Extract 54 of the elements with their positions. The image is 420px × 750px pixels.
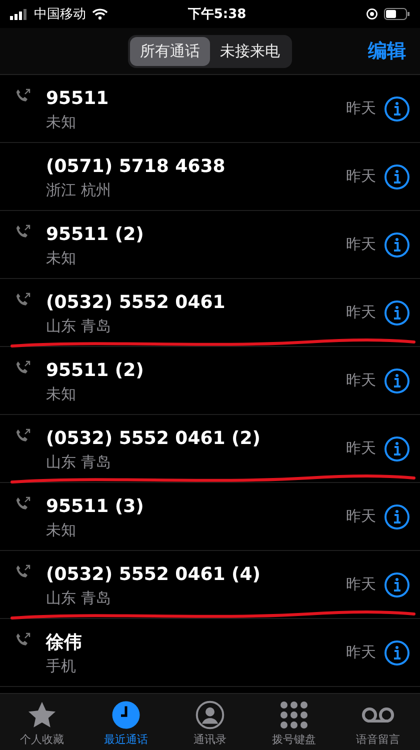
tab-bar-item[interactable]: 通讯录 [170,700,250,747]
segment-tab[interactable]: 未接来电 [210,36,290,66]
signal-icon [10,8,28,20]
star-icon [27,700,57,730]
call-date: 昨天 [346,507,376,526]
keypad-icon [279,700,309,730]
segment-tab[interactable]: 所有通话 [130,36,210,66]
person-icon [195,700,225,730]
caller-name: (0571) 5718 4638 [46,154,226,178]
caller-location: 山东 青岛 [46,588,112,608]
wifi-icon [92,8,108,20]
info-icon[interactable] [384,96,410,122]
info-icon[interactable] [384,572,410,598]
info-icon[interactable] [384,368,410,394]
caller-location: 未知 [46,384,77,404]
caller-name: 95511 [46,86,110,110]
caller-name: 95511 (3) [46,494,145,518]
info-icon[interactable] [384,436,410,462]
caller-name: 95511 (2) [46,358,145,382]
status-time: 下午5:38 [186,6,248,23]
info-icon[interactable] [384,164,410,190]
caller-location: 山东 青岛 [46,316,112,336]
info-icon[interactable] [384,640,410,666]
caller-name: (0532) 5552 0461 (4) [46,562,262,586]
caller-name: (0532) 5552 0461 (2) [46,426,262,450]
caller-location: 手机 [46,656,77,676]
caller-name: 95511 (2) [46,222,145,246]
info-icon[interactable] [384,232,410,258]
tab-bar-item[interactable]: 最近通话 [86,700,166,747]
caller-name: (0532) 5552 0461 [46,290,226,314]
caller-location: 未知 [46,520,77,540]
tab-bar-item[interactable]: 拨号键盘 [254,700,334,747]
tab-bar-item[interactable]: 个人收藏 [2,700,82,747]
info-icon[interactable] [384,504,410,530]
caller-name: 徐伟 [46,630,83,654]
call-date: 昨天 [346,371,376,390]
edit-button[interactable]: 编辑 [368,38,406,64]
call-date: 昨天 [346,575,376,594]
caller-location: 浙江 杭州 [46,180,112,200]
tab-bar-item[interactable]: 语音留言 [338,700,418,747]
clock-icon [111,700,141,730]
call-date: 昨天 [346,439,376,458]
call-date: 昨天 [346,99,376,118]
call-date: 昨天 [346,167,376,186]
caller-location: 未知 [46,248,77,268]
caller-location: 未知 [46,112,77,132]
call-date: 昨天 [346,303,376,322]
call-date: 昨天 [346,643,376,662]
call-date: 昨天 [346,235,376,254]
battery-icon [384,8,410,20]
carrier-name: 中国移动 [34,6,86,23]
info-icon[interactable] [384,300,410,326]
caller-location: 山东 青岛 [46,452,112,472]
rotation-lock-icon [366,8,378,20]
